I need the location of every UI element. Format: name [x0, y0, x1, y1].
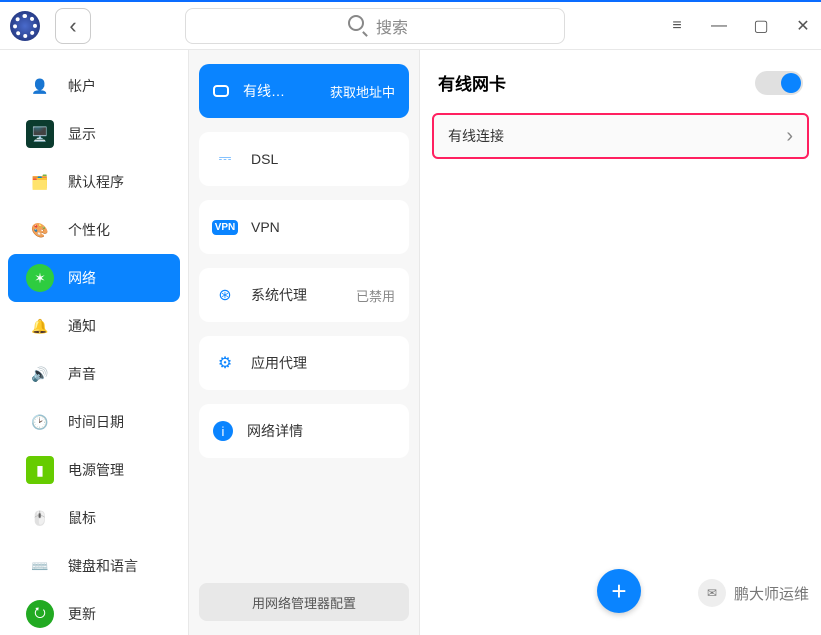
search-icon: [348, 15, 370, 36]
sidebar-item-notifications[interactable]: 🔔 通知: [8, 302, 180, 350]
wechat-icon: ✉: [698, 579, 726, 607]
window-controls: ≡ — ▢ ✕: [669, 18, 811, 34]
mid-item-label: VPN: [251, 219, 395, 235]
app-logo: [10, 11, 40, 41]
sidebar-item-label: 帐户: [68, 76, 96, 96]
mid-item-network-info[interactable]: i 网络详情: [199, 404, 409, 458]
sidebar-item-label: 鼠标: [68, 508, 96, 528]
wired-toggle[interactable]: [755, 71, 803, 95]
sidebar-item-label: 键盘和语言: [68, 556, 138, 576]
mid-item-status: 获取地址中: [330, 82, 395, 101]
mid-item-wired[interactable]: 有线… 获取地址中: [199, 64, 409, 118]
sidebar-item-label: 个性化: [68, 220, 110, 240]
mid-item-system-proxy[interactable]: ⊛ 系统代理 已禁用: [199, 268, 409, 322]
arrow-left-icon: [69, 13, 76, 39]
network-category-pane: 有线… 获取地址中 ⎓ DSL VPN VPN ⊛ 系统代理 已禁用 ⚙ 应用代…: [188, 50, 420, 635]
button-label: 用网络管理器配置: [252, 593, 356, 612]
update-icon: ⭮: [26, 600, 54, 628]
sidebar-item-label: 显示: [68, 124, 96, 144]
clock-icon: 🕑: [26, 408, 54, 436]
sidebar-item-label: 默认程序: [68, 172, 124, 192]
sidebar-item-network[interactable]: ✶ 网络: [8, 254, 180, 302]
mid-item-app-proxy[interactable]: ⚙ 应用代理: [199, 336, 409, 390]
maximize-button[interactable]: ▢: [753, 18, 769, 34]
connection-label: 有线连接: [448, 126, 504, 146]
settings-sidebar: 👤 帐户 🖥️ 显示 🗂️ 默认程序 🎨 个性化 ✶ 网络 🔔 通知 🔊 声音: [0, 50, 188, 635]
menu-button[interactable]: ≡: [669, 18, 685, 34]
bell-icon: 🔔: [26, 312, 54, 340]
sidebar-item-default-apps[interactable]: 🗂️ 默认程序: [8, 158, 180, 206]
add-connection-button[interactable]: [597, 569, 641, 613]
detail-title: 有线网卡: [438, 70, 506, 95]
battery-icon: ▮: [26, 456, 54, 484]
sidebar-item-label: 网络: [68, 268, 96, 288]
search-wrap: 搜索: [91, 8, 659, 44]
sidebar-item-label: 更新: [68, 604, 96, 624]
mid-item-label: 网络详情: [247, 421, 395, 441]
wired-connection-row[interactable]: 有线连接: [432, 113, 809, 159]
sidebar-item-sound[interactable]: 🔊 声音: [8, 350, 180, 398]
chevron-right-icon: [786, 125, 793, 148]
search-placeholder: 搜索: [376, 14, 408, 38]
network-icon: ✶: [26, 264, 54, 292]
watermark: ✉ 鹏大师运维: [698, 579, 809, 607]
mid-item-label: 应用代理: [251, 353, 395, 373]
app-proxy-icon: ⚙: [213, 351, 237, 375]
speaker-icon: 🔊: [26, 360, 54, 388]
display-icon: 🖥️: [26, 120, 54, 148]
sidebar-item-account[interactable]: 👤 帐户: [8, 62, 180, 110]
system-proxy-icon: ⊛: [213, 283, 237, 307]
plus-icon: [611, 578, 626, 605]
sidebar-item-label: 声音: [68, 364, 96, 384]
sidebar-item-label: 通知: [68, 316, 96, 336]
wired-icon: [213, 85, 229, 97]
sidebar-item-display[interactable]: 🖥️ 显示: [8, 110, 180, 158]
mid-item-label: 有线…: [243, 81, 330, 101]
account-icon: 👤: [26, 72, 54, 100]
personalization-icon: 🎨: [26, 216, 54, 244]
search-input[interactable]: 搜索: [185, 8, 565, 44]
network-detail-pane: 有线网卡 有线连接 ✉ 鹏大师运维: [420, 50, 821, 635]
default-apps-icon: 🗂️: [26, 168, 54, 196]
dsl-icon: ⎓: [213, 147, 237, 171]
info-icon: i: [213, 421, 233, 441]
minimize-button[interactable]: —: [711, 18, 727, 34]
sidebar-item-label: 电源管理: [68, 460, 124, 480]
sidebar-item-personalization[interactable]: 🎨 个性化: [8, 206, 180, 254]
sidebar-item-update[interactable]: ⭮ 更新: [8, 590, 180, 635]
sidebar-item-power[interactable]: ▮ 电源管理: [8, 446, 180, 494]
sidebar-item-keyboard[interactable]: ⌨️ 键盘和语言: [8, 542, 180, 590]
mid-item-status: 已禁用: [356, 286, 395, 305]
back-button[interactable]: [55, 8, 91, 44]
detail-header: 有线网卡: [432, 70, 809, 95]
watermark-text: 鹏大师运维: [734, 583, 809, 604]
sidebar-item-mouse[interactable]: 🖱️ 鼠标: [8, 494, 180, 542]
mid-item-label: DSL: [251, 151, 395, 167]
sidebar-item-datetime[interactable]: 🕑 时间日期: [8, 398, 180, 446]
mid-item-dsl[interactable]: ⎓ DSL: [199, 132, 409, 186]
keyboard-icon: ⌨️: [26, 552, 54, 580]
vpn-icon: VPN: [213, 215, 237, 239]
mouse-icon: 🖱️: [26, 504, 54, 532]
mid-item-vpn[interactable]: VPN VPN: [199, 200, 409, 254]
network-manager-config-button[interactable]: 用网络管理器配置: [199, 583, 409, 621]
sidebar-item-label: 时间日期: [68, 412, 124, 432]
close-button[interactable]: ✕: [795, 18, 811, 34]
title-bar: 搜索 ≡ — ▢ ✕: [0, 0, 821, 50]
mid-item-label: 系统代理: [251, 285, 356, 305]
